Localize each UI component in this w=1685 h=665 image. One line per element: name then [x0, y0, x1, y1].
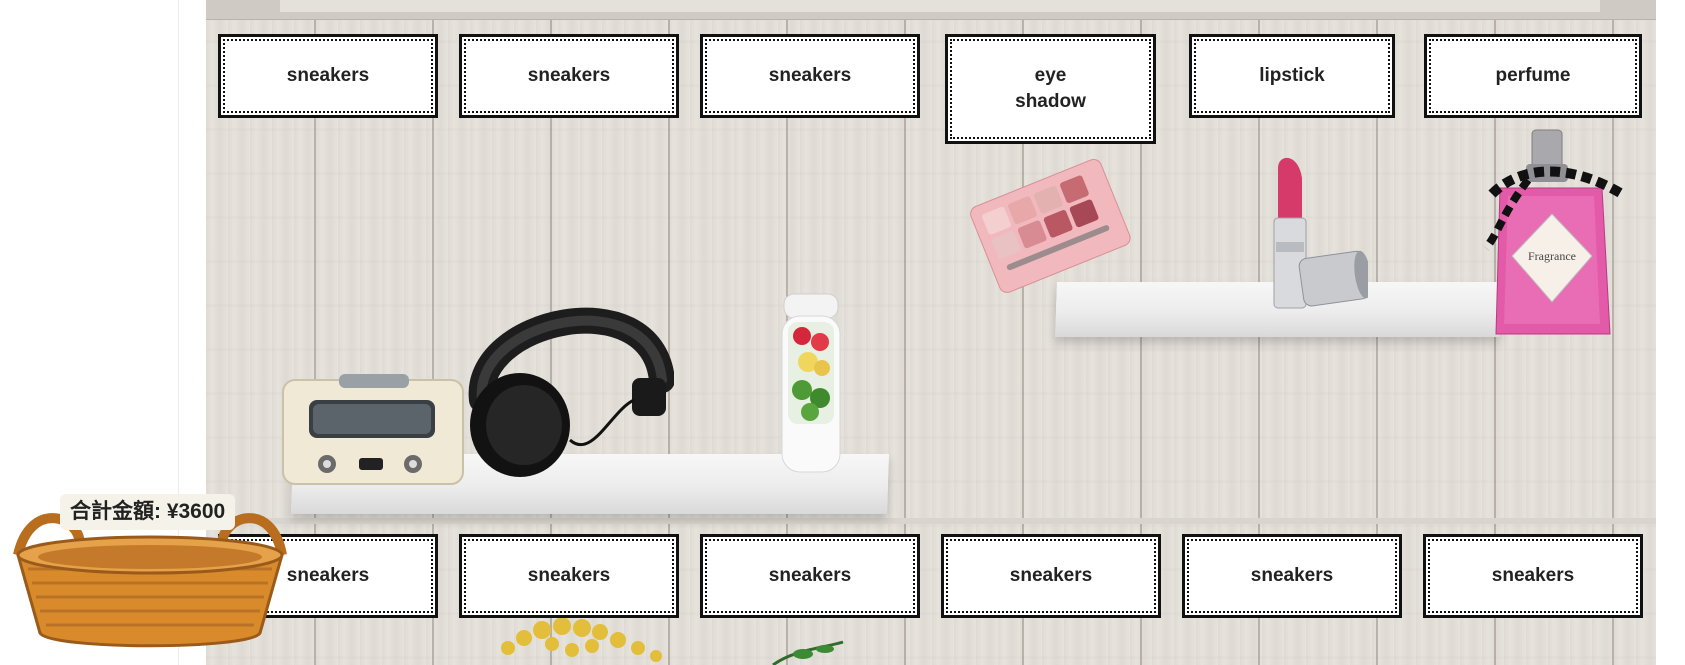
perfume-bottle-icon[interactable]: Fragrance — [1482, 124, 1630, 344]
label-top-3[interactable]: sneakers — [700, 34, 920, 118]
label-text: sneakers — [1009, 565, 1093, 586]
label-text: sneakers — [768, 565, 852, 586]
flowers-icon — [488, 618, 678, 665]
label-text: sneakers — [1491, 565, 1575, 586]
label-text: sneakers — [527, 65, 611, 86]
label-bottom-3[interactable]: sneakers — [700, 534, 920, 618]
label-text: sneakers — [286, 565, 370, 586]
label-top-lipstick[interactable]: lipstick — [1189, 34, 1395, 118]
plant-icon — [763, 640, 853, 665]
label-text: lipstick — [1259, 65, 1325, 86]
label-text: eye shadow — [1015, 65, 1086, 112]
eyeshadow-palette-icon[interactable] — [960, 150, 1140, 300]
label-text: sneakers — [1250, 565, 1334, 586]
label-top-2[interactable]: sneakers — [459, 34, 679, 118]
toaster-icon[interactable] — [281, 372, 465, 487]
perfume-label: Fragrance — [1528, 249, 1576, 263]
headphones-icon[interactable] — [462, 290, 674, 480]
label-top-eyeshadow[interactable]: eye shadow — [945, 34, 1156, 144]
label-bottom-6[interactable]: sneakers — [1423, 534, 1643, 618]
smoothie-bottle-icon[interactable] — [780, 292, 842, 476]
total-amount: 合計金額: ¥3600 — [60, 494, 236, 530]
label-text: perfume — [1495, 65, 1571, 86]
label-text: sneakers — [527, 565, 611, 586]
middle-rail — [206, 518, 1656, 524]
label-bottom-2[interactable]: sneakers — [459, 534, 679, 618]
label-top-1[interactable]: sneakers — [218, 34, 438, 118]
label-bottom-5[interactable]: sneakers — [1182, 534, 1402, 618]
lipstick-icon[interactable] — [1258, 150, 1368, 318]
label-text: sneakers — [286, 65, 370, 86]
label-bottom-4[interactable]: sneakers — [941, 534, 1161, 618]
label-text: sneakers — [768, 65, 852, 86]
label-top-perfume[interactable]: perfume — [1424, 34, 1642, 118]
top-rail — [206, 0, 1656, 20]
